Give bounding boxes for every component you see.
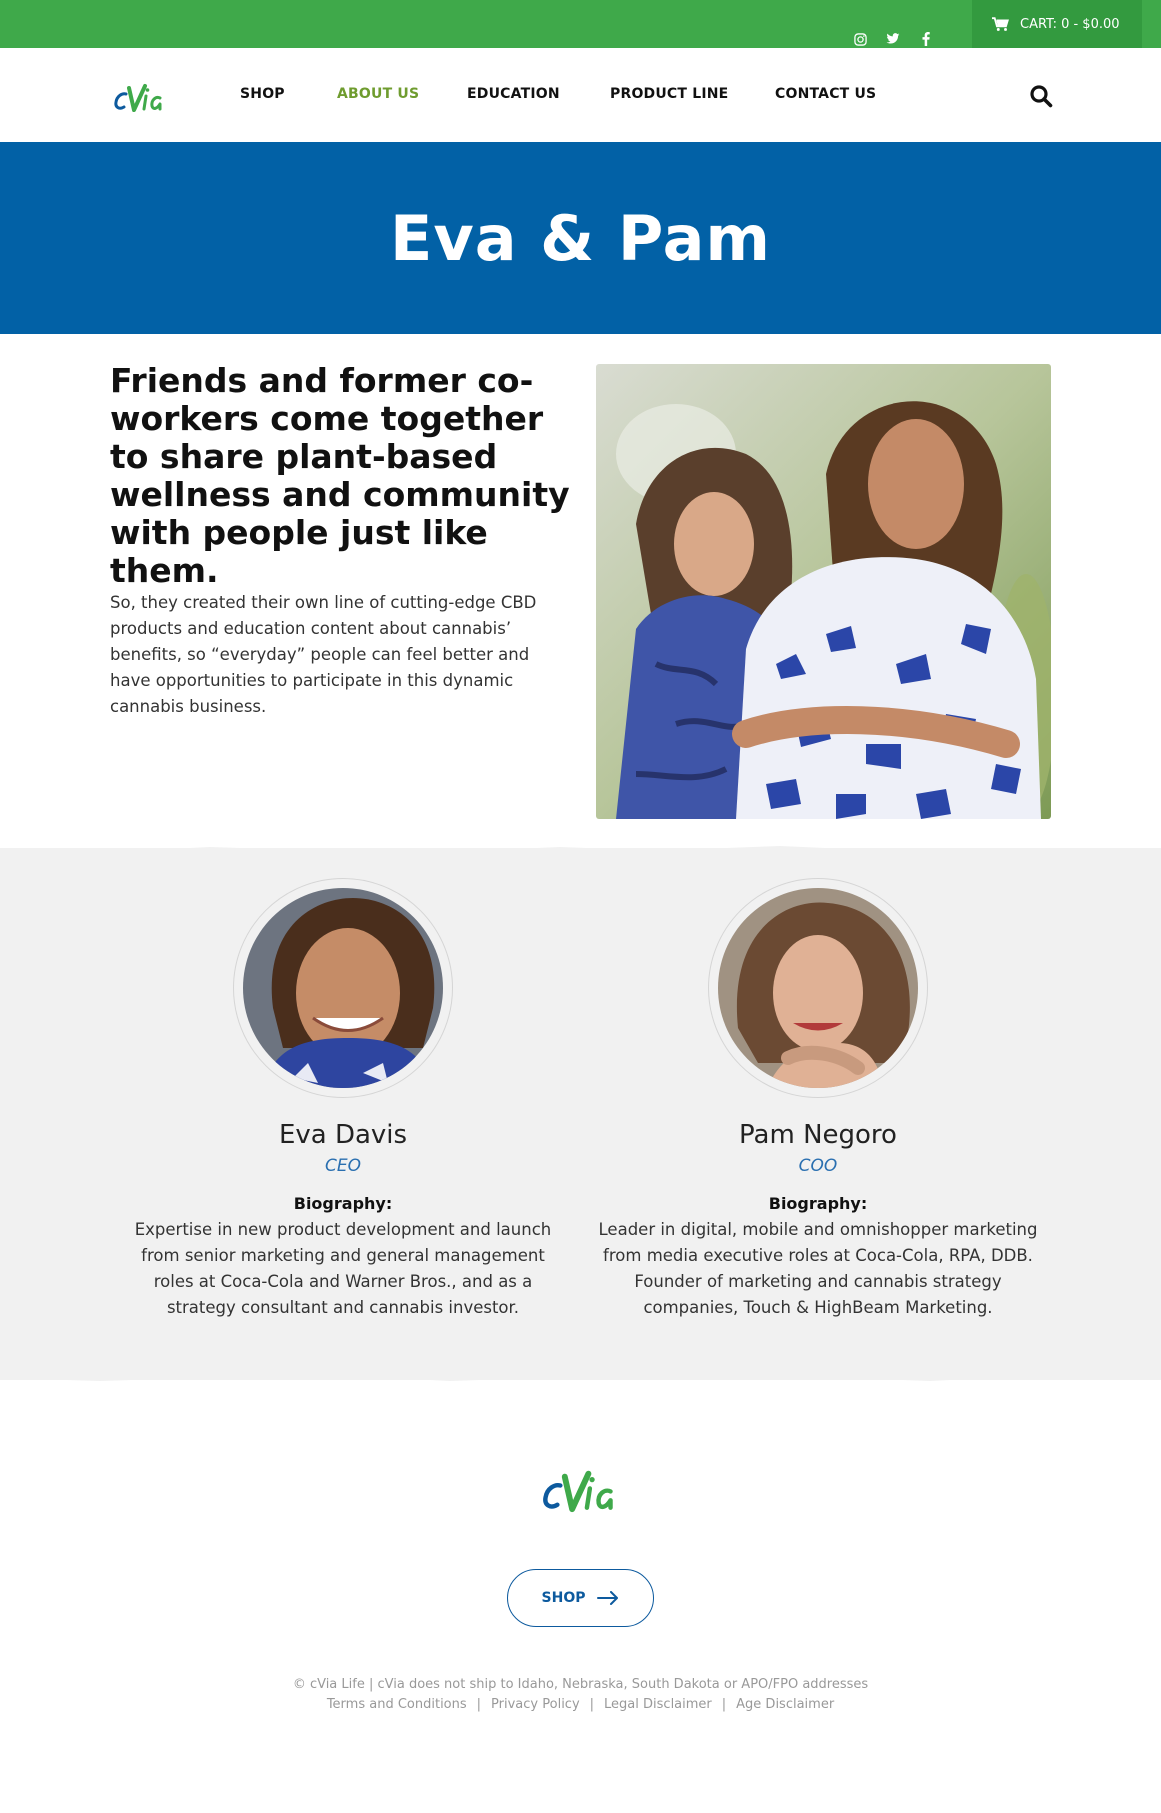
avatar-frame (708, 878, 928, 1098)
main-nav: SHOP ABOUT US EDUCATION PRODUCT LINE CON… (0, 48, 1161, 142)
cart-label: CART: 0 - $0.00 (1020, 16, 1120, 32)
footer-logo[interactable] (536, 1456, 626, 1518)
link-separator: | (476, 1697, 482, 1712)
arrow-right-icon (597, 1591, 619, 1605)
intro-body: So, they created their own line of cutti… (110, 593, 537, 716)
member-bio: Expertise in new product development and… (134, 1220, 552, 1317)
copyright-text: © cVia Life | cVia does not ship to Idah… (292, 1677, 869, 1692)
member-name: Pam Negoro (739, 1120, 897, 1150)
hero-banner: Eva & Pam (0, 142, 1161, 334)
nav-shop[interactable]: SHOP (240, 86, 285, 102)
cart-button[interactable]: CART: 0 - $0.00 (972, 0, 1142, 48)
avatar (718, 888, 918, 1088)
search-icon[interactable] (1029, 84, 1053, 108)
founders-photo (596, 364, 1051, 819)
avatar (243, 888, 443, 1088)
footer-links: Terms and Conditions | Privacy Policy | … (0, 1695, 1161, 1715)
page-title: Eva & Pam (389, 201, 772, 275)
nav-education[interactable]: EDUCATION (467, 86, 560, 102)
team-section: Eva Davis CEO Biography: Expertise in ne… (0, 846, 1161, 1381)
bio-heading: Biography: (293, 1194, 393, 1213)
age-disclaimer-link[interactable]: Age Disclaimer (736, 1695, 834, 1715)
link-separator: | (589, 1697, 595, 1712)
intro-headline: Friends and former co-workers come toget… (110, 361, 570, 590)
twitter-icon[interactable] (884, 30, 902, 48)
member-role: CEO (325, 1156, 361, 1176)
team-member-card: Pam Negoro COO Biography: Leader in digi… (598, 878, 1038, 1321)
link-separator: | (721, 1697, 727, 1712)
shop-button-label: SHOP (541, 1590, 586, 1606)
avatar-frame (233, 878, 453, 1098)
torn-edge-bottom (0, 1372, 1161, 1381)
terms-link[interactable]: Terms and Conditions (327, 1695, 467, 1715)
nav-product-line[interactable]: PRODUCT LINE (610, 86, 728, 102)
facebook-icon[interactable] (917, 30, 935, 48)
footer-shop-button[interactable]: SHOP (507, 1569, 654, 1627)
torn-edge-top (0, 846, 1161, 856)
top-bar: CART: 0 - $0.00 (0, 0, 1161, 48)
footer: © cVia Life | cVia does not ship to Idah… (0, 1675, 1161, 1715)
privacy-link[interactable]: Privacy Policy (491, 1695, 580, 1715)
member-name: Eva Davis (278, 1120, 408, 1150)
cvia-logo-mark (543, 1470, 613, 1513)
bio-heading: Biography: (768, 1194, 868, 1213)
main-header: SHOP ABOUT US EDUCATION PRODUCT LINE CON… (0, 48, 1161, 142)
member-bio: Leader in digital, mobile and omnishoppe… (598, 1220, 1038, 1317)
legal-disclaimer-link[interactable]: Legal Disclaimer (604, 1695, 712, 1715)
member-role: COO (798, 1156, 838, 1176)
instagram-icon[interactable] (851, 30, 869, 48)
cart-icon (992, 16, 1009, 31)
team-member-card: Eva Davis CEO Biography: Expertise in ne… (123, 878, 563, 1321)
nav-about-us[interactable]: ABOUT US (337, 86, 419, 102)
nav-contact-us[interactable]: CONTACT US (775, 86, 876, 102)
